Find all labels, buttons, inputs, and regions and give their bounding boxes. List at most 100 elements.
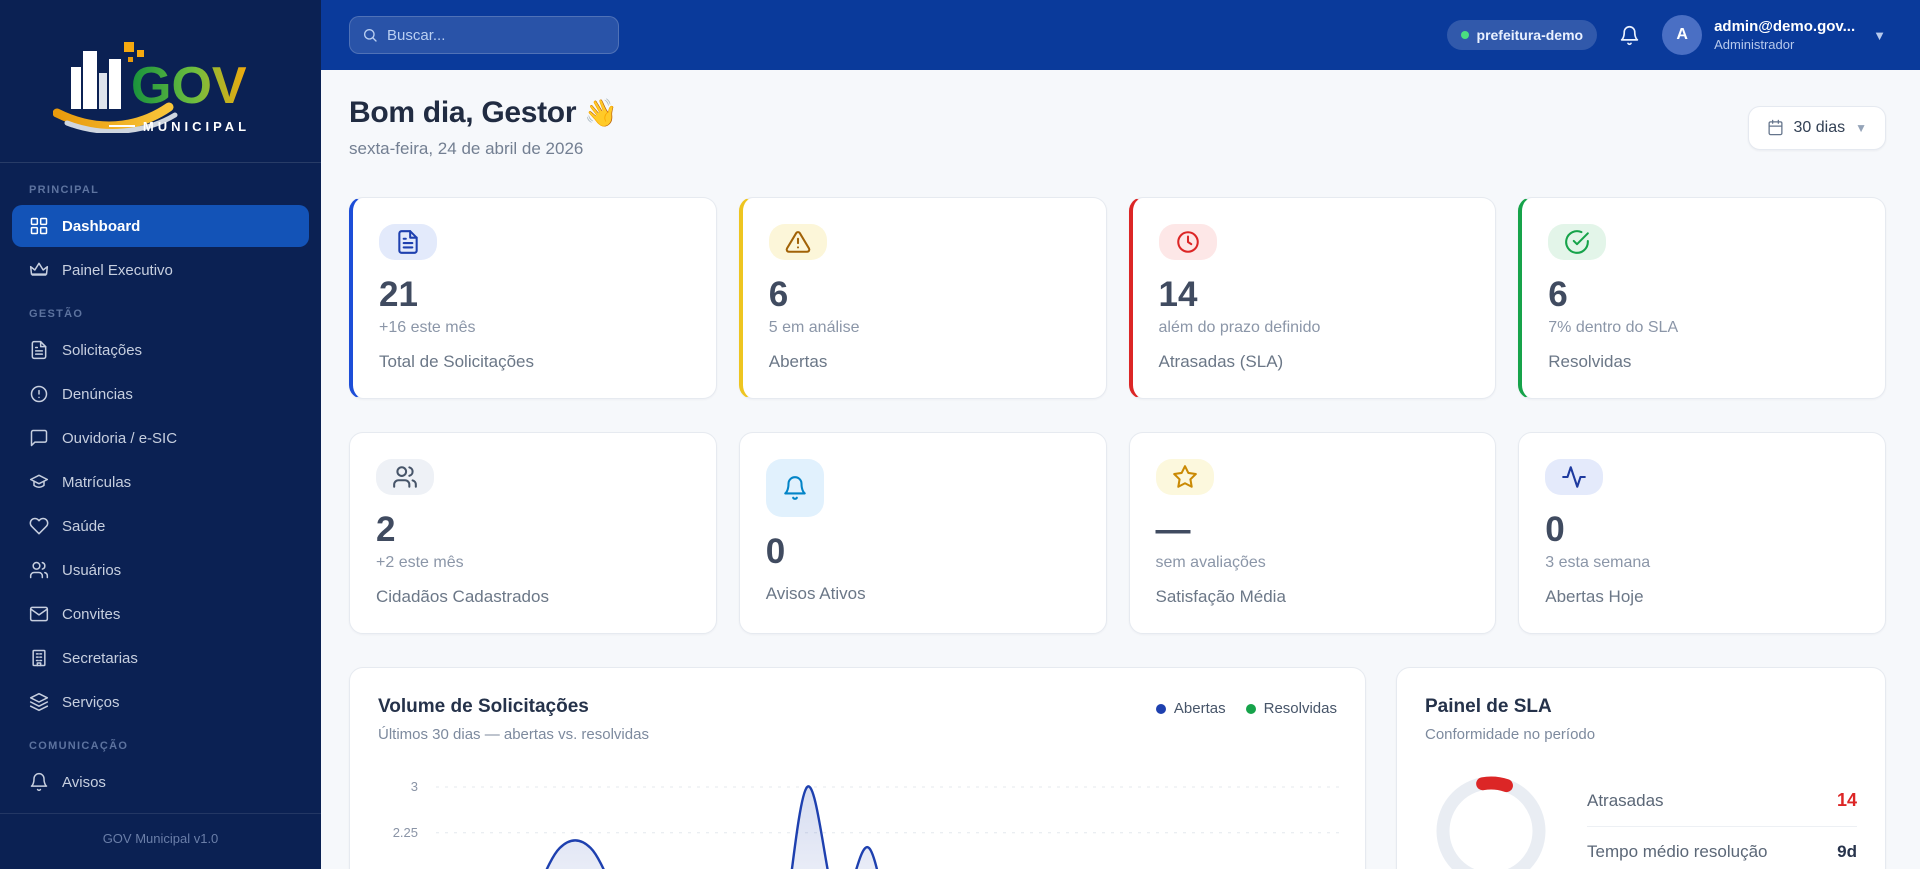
panel-title: Painel de SLA — [1425, 696, 1552, 717]
sidebar-nav: PRINCIPAL Dashboard Painel Executivo GES… — [0, 163, 321, 813]
dashboard-icon — [29, 216, 49, 236]
search-box[interactable] — [349, 16, 619, 54]
bell-icon — [1620, 25, 1639, 45]
page-date: sexta-feira, 24 de abril de 2026 — [349, 139, 584, 158]
notifications-button[interactable] — [1619, 25, 1640, 46]
legend-label: Abertas — [1173, 700, 1226, 717]
logo-subtitle: MUNICIPAL — [109, 119, 250, 134]
sidebar-item-dashboard[interactable]: Dashboard — [12, 205, 309, 247]
sidebar-item-label: Ouvidoria / e-SIC — [62, 429, 178, 447]
bell-icon — [29, 772, 49, 792]
sidebar-item-painel-executivo[interactable]: Painel Executivo — [12, 249, 309, 291]
panel-subtitle: Últimos 30 dias — abertas vs. resolvidas — [378, 726, 649, 743]
main-area: prefeitura-demo A admin@demo.gov... Admi… — [321, 0, 1920, 869]
stat-label: Atrasadas (SLA) — [1158, 352, 1284, 371]
legend-dot-resolvidas — [1245, 703, 1256, 714]
panel-title: Volume de Solicitações — [378, 696, 589, 717]
nav-section-gestao: GESTÃO — [29, 308, 84, 320]
sla-donut-chart — [1436, 776, 1546, 869]
y-axis-tick: 2.25 — [392, 825, 418, 840]
nav-section-principal: PRINCIPAL — [29, 184, 100, 196]
chevron-down-icon[interactable]: ▼ — [1873, 28, 1886, 43]
sla-body: Atrasadas 14 Tempo médio resolução 9d — [1425, 765, 1857, 869]
nav-section-comunicacao: COMUNICAÇÃO — [29, 740, 129, 752]
logo-title: GOV — [131, 57, 247, 115]
stat-subtext: 7% dentro do SLA — [1548, 319, 1679, 336]
message-square-icon — [29, 428, 49, 448]
tenant-badge[interactable]: prefeitura-demo — [1446, 20, 1598, 50]
heart-icon — [29, 516, 49, 536]
stats-grid: 21 +16 este mês Total de Solicitações 6 … — [349, 197, 1886, 634]
star-icon — [1155, 459, 1214, 495]
sidebar-item-avisos[interactable]: Avisos — [12, 761, 309, 803]
user-email: admin@demo.gov... — [1714, 18, 1856, 35]
wave-emoji: 👋 — [584, 98, 618, 128]
stat-card-cidadaos-cadastrados[interactable]: 2 +2 este mês Cidadãos Cadastrados — [349, 432, 717, 634]
file-text-icon — [29, 340, 49, 360]
stat-card-satisfacao-media[interactable]: — sem avaliações Satisfação Média — [1128, 432, 1497, 634]
tenant-badge-label: prefeitura-demo — [1476, 27, 1584, 43]
page-title: Bom dia, Gestor 👋 — [349, 96, 618, 130]
alert-triangle-icon — [768, 224, 827, 260]
topbar: prefeitura-demo A admin@demo.gov... Admi… — [321, 0, 1920, 70]
stat-value: 0 — [765, 532, 786, 571]
stat-card-resolvidas[interactable]: 6 7% dentro do SLA Resolvidas — [1518, 197, 1886, 399]
users-icon — [376, 459, 434, 495]
line-chart: 3 2.25 1.5 — [378, 769, 1339, 869]
sla-panel: Painel de SLA Conformidade no período At… — [1396, 667, 1886, 869]
crown-icon — [29, 260, 49, 280]
tenant-status-dot — [1460, 31, 1469, 39]
period-label: 30 dias — [1793, 118, 1846, 136]
stat-card-abertas[interactable]: 6 5 em análise Abertas — [738, 197, 1107, 399]
sidebar-item-secretarias[interactable]: Secretarias — [12, 637, 309, 679]
sla-row-atrasadas: Atrasadas 14 — [1587, 775, 1857, 827]
stat-card-total-solicitacoes[interactable]: 21 +16 este mês Total de Solicitações — [349, 197, 717, 399]
sidebar-item-matriculas[interactable]: Matrículas — [12, 461, 309, 503]
period-selector-button[interactable]: 30 dias ▼ — [1747, 105, 1886, 150]
sidebar-item-label: Serviços — [62, 693, 120, 711]
avatar[interactable]: A — [1662, 15, 1703, 55]
sidebar-item-usuarios[interactable]: Usuários — [12, 549, 309, 591]
users-icon — [29, 560, 49, 580]
sidebar-item-servicos[interactable]: Serviços — [12, 681, 309, 723]
sidebar-item-solicitacoes[interactable]: Solicitações — [12, 329, 309, 371]
user-menu[interactable]: A admin@demo.gov... Administrador ▼ — [1662, 15, 1886, 55]
sidebar-item-noticias[interactable]: Notícias — [12, 805, 309, 813]
legend-label: Resolvidas — [1263, 700, 1337, 717]
bottom-panels: Volume de Solicitações Últimos 30 dias —… — [349, 667, 1886, 869]
stat-value: 6 — [1548, 275, 1568, 314]
panel-subtitle: Conformidade no período — [1425, 726, 1596, 743]
sla-row-value: 9d — [1837, 842, 1857, 861]
y-axis-tick: 3 — [410, 779, 418, 794]
stat-card-avisos-ativos[interactable]: 0 Avisos Ativos — [738, 432, 1107, 634]
stat-value: 6 — [768, 275, 789, 314]
sidebar-item-denuncias[interactable]: Denúncias — [12, 373, 309, 415]
volume-panel-titles: Volume de Solicitações Últimos 30 dias —… — [378, 696, 649, 743]
volume-chart-svg — [436, 785, 1339, 869]
search-input[interactable] — [387, 26, 606, 44]
stat-subtext: 3 esta semana — [1545, 554, 1651, 571]
page-header: Bom dia, Gestor 👋 sexta-feira, 24 de abr… — [349, 96, 1886, 159]
sidebar-item-label: Solicitações — [62, 341, 143, 359]
sidebar-item-label: Dashboard — [62, 217, 141, 235]
sla-rows: Atrasadas 14 Tempo médio resolução 9d — [1587, 775, 1857, 869]
greeting-text: Bom dia, Gestor — [349, 96, 577, 129]
alert-circle-icon — [29, 384, 49, 404]
stat-card-abertas-hoje[interactable]: 0 3 esta semana Abertas Hoje — [1518, 432, 1886, 634]
stat-card-atrasadas-sla[interactable]: 14 além do prazo definido Atrasadas (SLA… — [1128, 197, 1497, 399]
greeting-block: Bom dia, Gestor 👋 sexta-feira, 24 de abr… — [349, 96, 618, 159]
sidebar-item-ouvidoria[interactable]: Ouvidoria / e-SIC — [12, 417, 309, 459]
stat-label: Avisos Ativos — [765, 584, 866, 603]
legend-item-resolvidas: Resolvidas — [1245, 700, 1337, 717]
sidebar-item-saude[interactable]: Saúde — [12, 505, 309, 547]
graduation-cap-icon — [29, 472, 49, 492]
stat-subtext: além do prazo definido — [1158, 319, 1321, 336]
legend-dot-abertas — [1155, 703, 1166, 714]
bell-icon — [765, 459, 824, 517]
app-logo: GOV MUNICIPAL — [0, 0, 321, 163]
sla-row-tempo-medio: Tempo médio resolução 9d — [1587, 827, 1857, 869]
layers-icon — [29, 692, 49, 712]
sla-row-label: Atrasadas — [1587, 790, 1664, 810]
search-icon — [364, 29, 377, 42]
sidebar-item-convites[interactable]: Convites — [12, 593, 309, 635]
